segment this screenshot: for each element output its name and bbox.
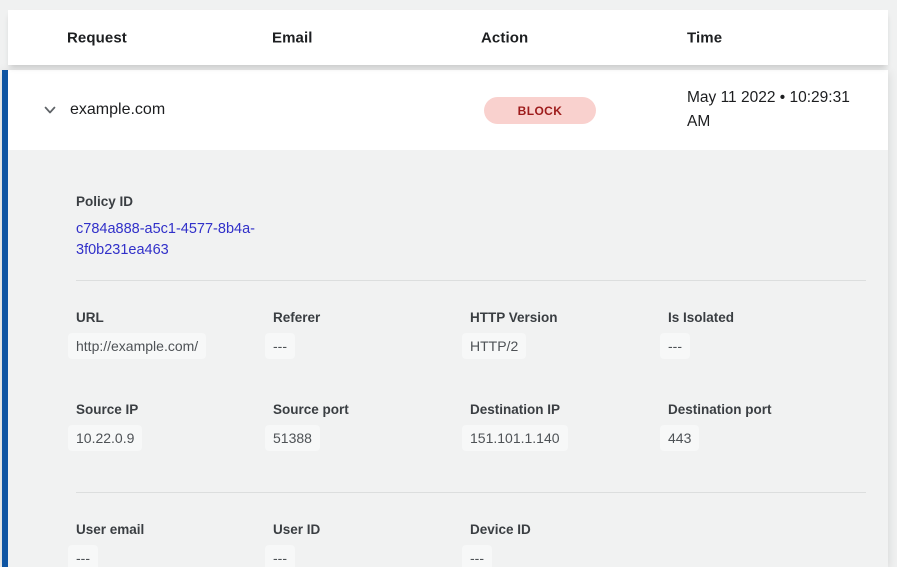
expanded-log-row: example.com BLOCK May 11 2022 • 10:29:31… — [2, 70, 888, 567]
field-empty — [668, 520, 888, 567]
column-header-email: Email — [272, 29, 313, 46]
field-label: Destination port — [668, 400, 876, 419]
detail-fields-row-3: User email --- User ID --- Device ID --- — [76, 520, 888, 567]
field-referer: Referer --- — [273, 308, 470, 359]
field-label: URL — [76, 308, 261, 327]
field-label: Source port — [273, 400, 458, 419]
field-user-id: User ID --- — [273, 520, 470, 567]
field-destination-ip: Destination IP 151.101.1.140 — [470, 400, 668, 451]
chevron-down-icon[interactable] — [41, 101, 59, 119]
section-divider — [76, 280, 866, 281]
field-device-id: Device ID --- — [470, 520, 668, 567]
field-value: HTTP/2 — [462, 333, 526, 359]
field-label: Source IP — [76, 400, 261, 419]
field-destination-port: Destination port 443 — [668, 400, 888, 451]
column-header-action: Action — [481, 29, 528, 46]
field-value: --- — [265, 333, 295, 359]
log-row-summary[interactable]: example.com BLOCK May 11 2022 • 10:29:31… — [8, 70, 888, 150]
detail-fields-row-2: Source IP 10.22.0.9 Source port 51388 De… — [76, 400, 888, 451]
field-label: Device ID — [470, 520, 656, 539]
field-value: --- — [68, 545, 98, 567]
field-url: URL http://example.com/ — [76, 308, 273, 359]
field-label: User email — [76, 520, 261, 539]
field-label: Is Isolated — [668, 308, 876, 327]
field-value: 151.101.1.140 — [462, 425, 568, 451]
request-time: May 11 2022 • 10:29:31 AM — [687, 86, 867, 134]
field-value: 10.22.0.9 — [68, 425, 142, 451]
field-source-port: Source port 51388 — [273, 400, 470, 451]
field-label: HTTP Version — [470, 308, 656, 327]
column-header-request: Request — [67, 29, 127, 46]
field-value: 443 — [660, 425, 699, 451]
detail-fields-row-1: URL http://example.com/ Referer --- HTTP… — [76, 308, 888, 359]
field-label: Referer — [273, 308, 458, 327]
column-header-time: Time — [687, 29, 722, 46]
field-source-ip: Source IP 10.22.0.9 — [76, 400, 273, 451]
field-label: Destination IP — [470, 400, 656, 419]
field-value: --- — [462, 545, 492, 567]
log-table-header: Request Email Action Time — [8, 10, 888, 65]
field-label: User ID — [273, 520, 458, 539]
policy-id-label: Policy ID — [76, 192, 888, 211]
field-value: http://example.com/ — [68, 333, 206, 359]
section-divider — [76, 492, 866, 493]
policy-id-link[interactable]: c784a888-a5c1-4577-8b4a-3f0b231ea463 — [76, 219, 276, 261]
field-value: --- — [265, 545, 295, 567]
log-detail-panel: Policy ID c784a888-a5c1-4577-8b4a-3f0b23… — [8, 150, 888, 567]
action-block-badge: BLOCK — [484, 97, 596, 124]
field-user-email: User email --- — [76, 520, 273, 567]
field-value: 51388 — [265, 425, 320, 451]
field-value: --- — [660, 333, 690, 359]
field-is-isolated: Is Isolated --- — [668, 308, 888, 359]
request-domain: example.com — [70, 101, 165, 119]
policy-id-section: Policy ID c784a888-a5c1-4577-8b4a-3f0b23… — [76, 192, 888, 261]
field-http-version: HTTP Version HTTP/2 — [470, 308, 668, 359]
